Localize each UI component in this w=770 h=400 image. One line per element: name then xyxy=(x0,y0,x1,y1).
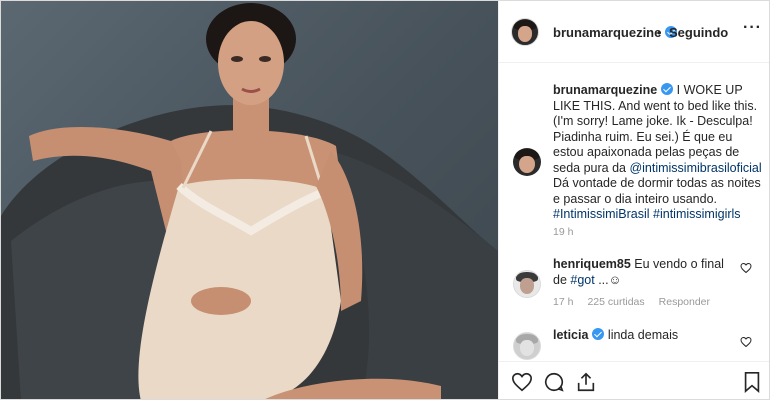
caption-mention-link[interactable]: @intimissimibrasiloficial xyxy=(629,161,761,175)
comment-item: henriquem85 Eu vendo o final de #got ...… xyxy=(553,257,733,288)
photo-illustration xyxy=(1,3,498,399)
following-button[interactable]: Seguindo xyxy=(669,25,728,40)
comment-username[interactable]: henriquem85 xyxy=(553,257,631,271)
comment-time[interactable]: 17 h xyxy=(553,296,573,308)
hashtag-link-2[interactable]: #intimissimigirls xyxy=(653,207,741,221)
post-caption: brunamarquezine I WOKE UP LIKE THIS. And… xyxy=(553,83,763,223)
comments-list[interactable]: brunamarquezine I WOKE UP LIKE THIS. And… xyxy=(499,64,769,360)
comment-meta: 17 h 225 curtidas Responder xyxy=(553,296,724,308)
post-modal: brunamarquezine • Seguindo ··· brunamarq… xyxy=(0,0,770,400)
bookmark-icon[interactable] xyxy=(742,371,762,393)
more-horizontal-icon[interactable]: ··· xyxy=(743,20,762,36)
comment-text: linda demais xyxy=(607,328,679,342)
comment-avatar[interactable] xyxy=(513,332,541,360)
post-side-panel: brunamarquezine • Seguindo ··· brunamarq… xyxy=(498,1,769,399)
caption-timestamp[interactable]: 19 h xyxy=(553,226,573,238)
hashtag-link-1[interactable]: #IntimissimiBrasil xyxy=(553,207,650,221)
comment-suffix: ...☺ xyxy=(594,272,622,287)
post-actions-bar xyxy=(499,361,769,399)
comment-avatar[interactable] xyxy=(513,270,541,298)
heart-icon[interactable] xyxy=(511,371,533,393)
comment-item: leticia linda demais xyxy=(553,328,733,344)
header-separator: • xyxy=(657,25,662,40)
post-header: brunamarquezine • Seguindo ··· xyxy=(499,1,769,63)
comment-username[interactable]: leticia xyxy=(553,328,588,342)
comment-icon[interactable] xyxy=(543,371,565,393)
caption-username[interactable]: brunamarquezine xyxy=(553,83,657,97)
comment-likes[interactable]: 225 curtidas xyxy=(587,296,644,308)
author-avatar[interactable] xyxy=(511,18,539,46)
comment-heart-icon[interactable] xyxy=(740,336,752,348)
verified-badge-icon xyxy=(661,83,674,95)
share-icon[interactable] xyxy=(575,371,597,393)
verified-badge-icon xyxy=(592,328,605,340)
author-username-text[interactable]: brunamarquezine xyxy=(553,25,661,40)
post-photo[interactable] xyxy=(1,1,498,399)
comment-reply-button[interactable]: Responder xyxy=(659,296,710,308)
comment-hashtag-link[interactable]: #got xyxy=(570,273,594,287)
caption-avatar[interactable] xyxy=(513,148,541,176)
caption-text-2: Dá vontade de dormir todas as noites e p… xyxy=(553,176,761,206)
comment-heart-icon[interactable] xyxy=(740,262,752,274)
